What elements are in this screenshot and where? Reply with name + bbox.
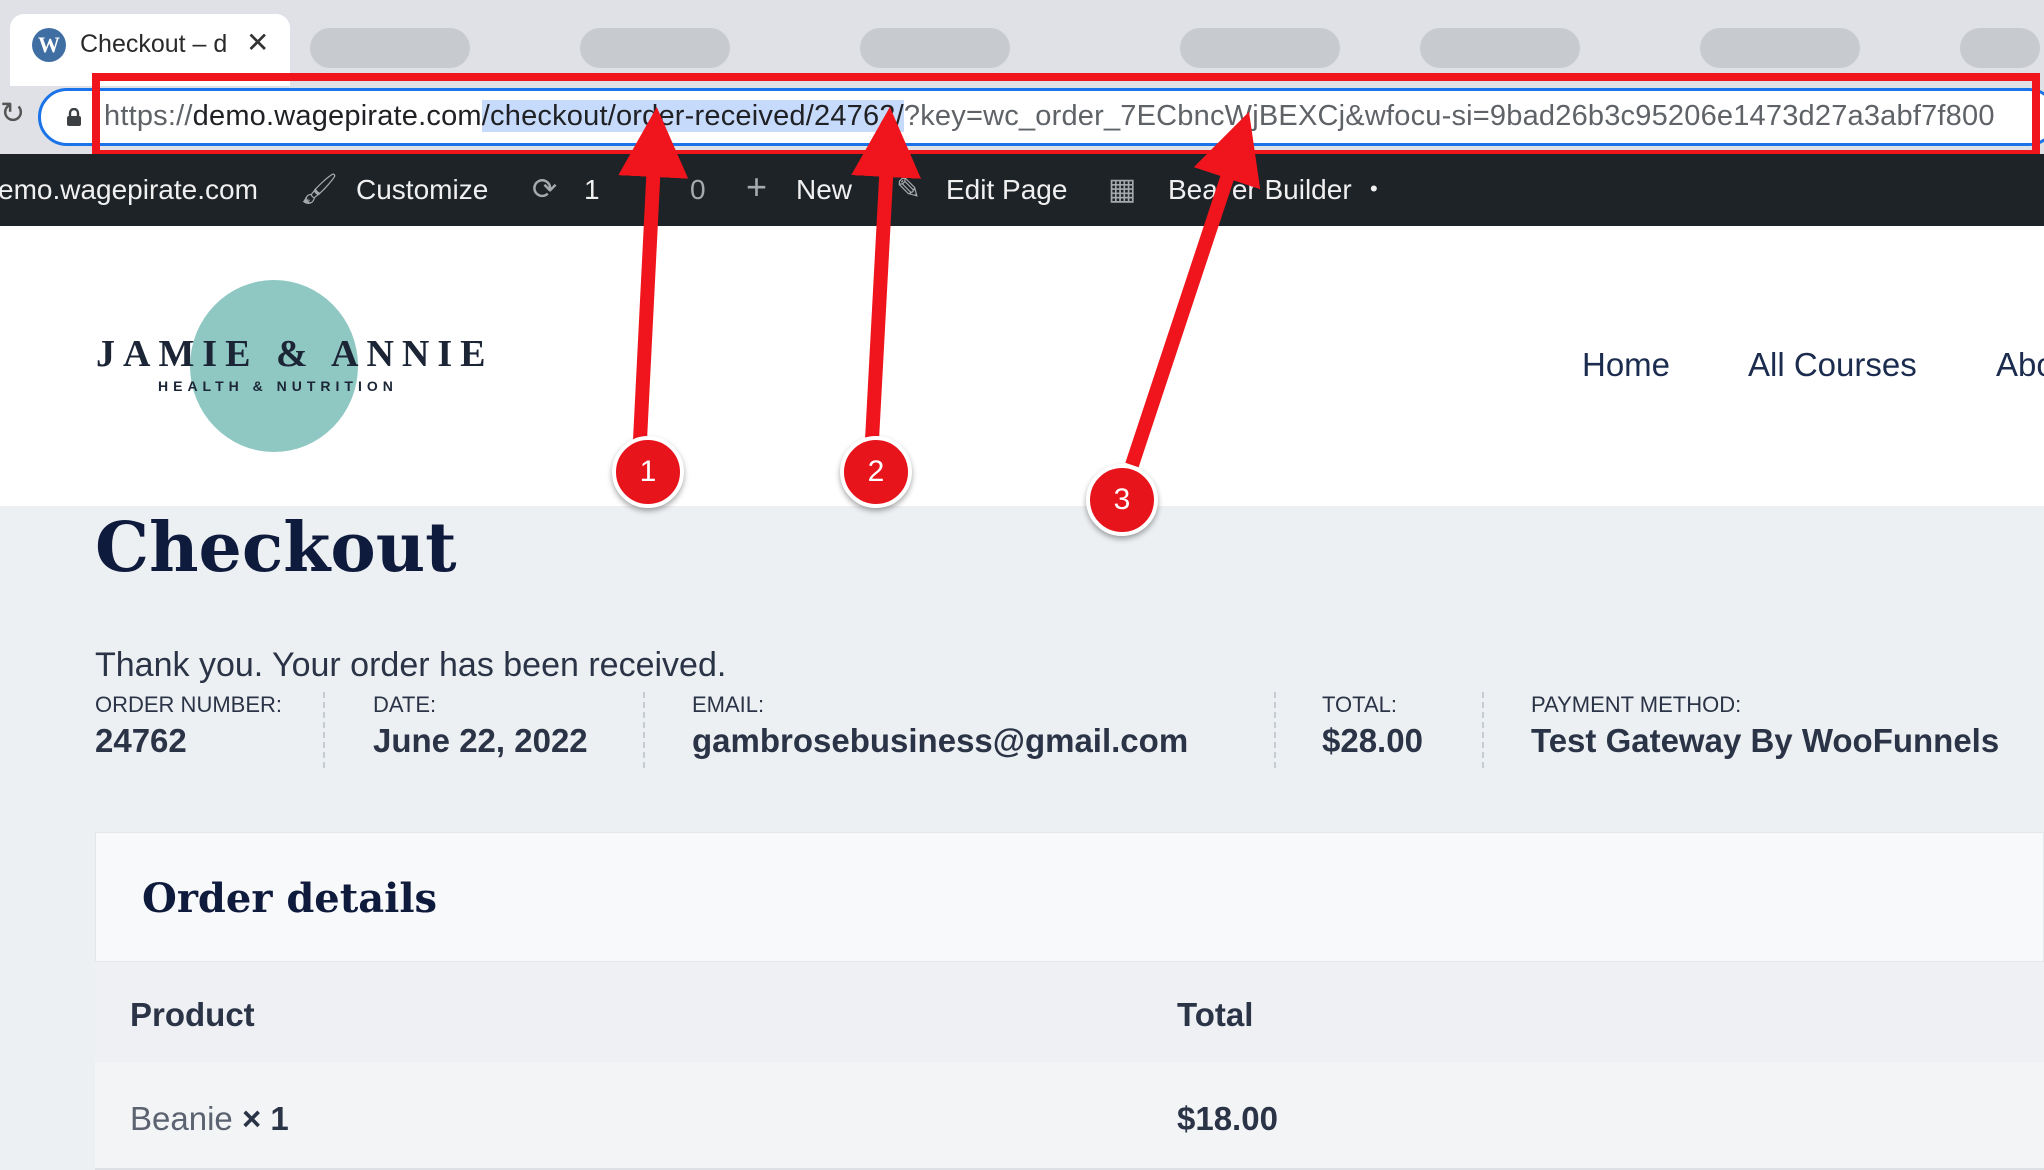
- email-label: EMAIL:: [692, 692, 765, 717]
- logo-subtitle: HEALTH & NUTRITION: [158, 378, 398, 394]
- product-name[interactable]: Beanie: [130, 1100, 233, 1137]
- nav-about[interactable]: Abo: [1996, 346, 2044, 384]
- date-label: DATE:: [373, 692, 437, 717]
- email-value: gambrosebusiness@gmail.com: [692, 722, 1189, 759]
- overview-divider: [1482, 692, 1484, 768]
- blurred-tab[interactable]: [1700, 28, 1860, 68]
- overview-divider: [643, 692, 645, 768]
- admin-new-link[interactable]: New: [796, 174, 852, 206]
- column-product: Product: [130, 996, 255, 1033]
- thank-you-message: Thank you. Your order has been received.: [95, 646, 727, 684]
- annotation-badge-1: 1: [612, 436, 684, 508]
- column-total: Total: [1177, 996, 1254, 1033]
- annotation-badge-3: 3: [1086, 464, 1158, 536]
- logo-title[interactable]: JAMIE & ANNIE: [96, 332, 493, 376]
- site-header: JAMIE & ANNIE HEALTH & NUTRITION Home Al…: [0, 226, 2044, 506]
- builder-status-dot: •: [1370, 176, 1378, 201]
- lock-icon: [67, 108, 81, 126]
- blurred-tab[interactable]: [1420, 28, 1580, 68]
- admin-customize-link[interactable]: Customize: [356, 174, 488, 206]
- wordpress-icon: W: [32, 28, 66, 62]
- nav-home[interactable]: Home: [1582, 346, 1670, 384]
- table-row: Beanie × 1 $18.00: [95, 1062, 2044, 1170]
- order-number-value: 24762: [95, 722, 187, 759]
- payment-method-label: PAYMENT METHOD:: [1531, 692, 1742, 717]
- pencil-icon: ✎: [896, 173, 922, 206]
- plus-icon: +: [746, 166, 768, 207]
- page-title: Checkout: [95, 508, 457, 588]
- tab-title: Checkout – d: [80, 30, 228, 58]
- blurred-tab[interactable]: [310, 28, 470, 68]
- paintbrush-icon: 🖌: [300, 173, 339, 206]
- product-cell: Beanie × 1: [130, 1100, 289, 1138]
- payment-method-value: Test Gateway By WooFunnels: [1531, 722, 2000, 759]
- order-details-header: Order details: [95, 832, 2044, 962]
- overview-divider: [323, 692, 325, 768]
- url-highlight-box: [92, 73, 2040, 158]
- table-header: Product Total: [95, 962, 2044, 1062]
- updates-count[interactable]: 1: [584, 174, 600, 206]
- builder-grid-icon: ▦: [1108, 173, 1137, 206]
- date-value: June 22, 2022: [373, 722, 588, 759]
- close-icon[interactable]: ✕: [246, 26, 269, 59]
- product-qty: × 1: [241, 1100, 289, 1137]
- blurred-tab[interactable]: [1960, 28, 2040, 68]
- nav-all-courses[interactable]: All Courses: [1748, 346, 1917, 384]
- blurred-tab[interactable]: [860, 28, 1010, 68]
- total-label: TOTAL:: [1322, 692, 1397, 717]
- admin-site-link[interactable]: emo.wagepirate.com: [0, 174, 258, 206]
- comments-count[interactable]: 0: [690, 174, 706, 206]
- browser-chrome: W Checkout – d ✕ ↻ https://demo.wagepira…: [0, 0, 2044, 158]
- annotation-badge-2: 2: [840, 436, 912, 508]
- overview-divider: [1274, 692, 1276, 768]
- admin-builder-link[interactable]: Beaver Builder: [1168, 174, 1352, 206]
- updates-icon: ⟳: [532, 173, 558, 206]
- wp-admin-bar: emo.wagepirate.com 🖌 Customize ⟳ 1 0 + N…: [0, 154, 2044, 226]
- blurred-tab[interactable]: [1180, 28, 1340, 68]
- order-number-label: ORDER NUMBER:: [95, 692, 283, 717]
- order-details-panel: Order details Product Total Beanie × 1 $…: [95, 832, 2044, 1170]
- order-details-title: Order details: [142, 875, 438, 922]
- admin-edit-page-link[interactable]: Edit Page: [946, 174, 1067, 206]
- row-total: $18.00: [1177, 1100, 1278, 1137]
- blurred-tab[interactable]: [580, 28, 730, 68]
- total-value: $28.00: [1322, 722, 1423, 759]
- reload-icon[interactable]: ↻: [0, 96, 25, 131]
